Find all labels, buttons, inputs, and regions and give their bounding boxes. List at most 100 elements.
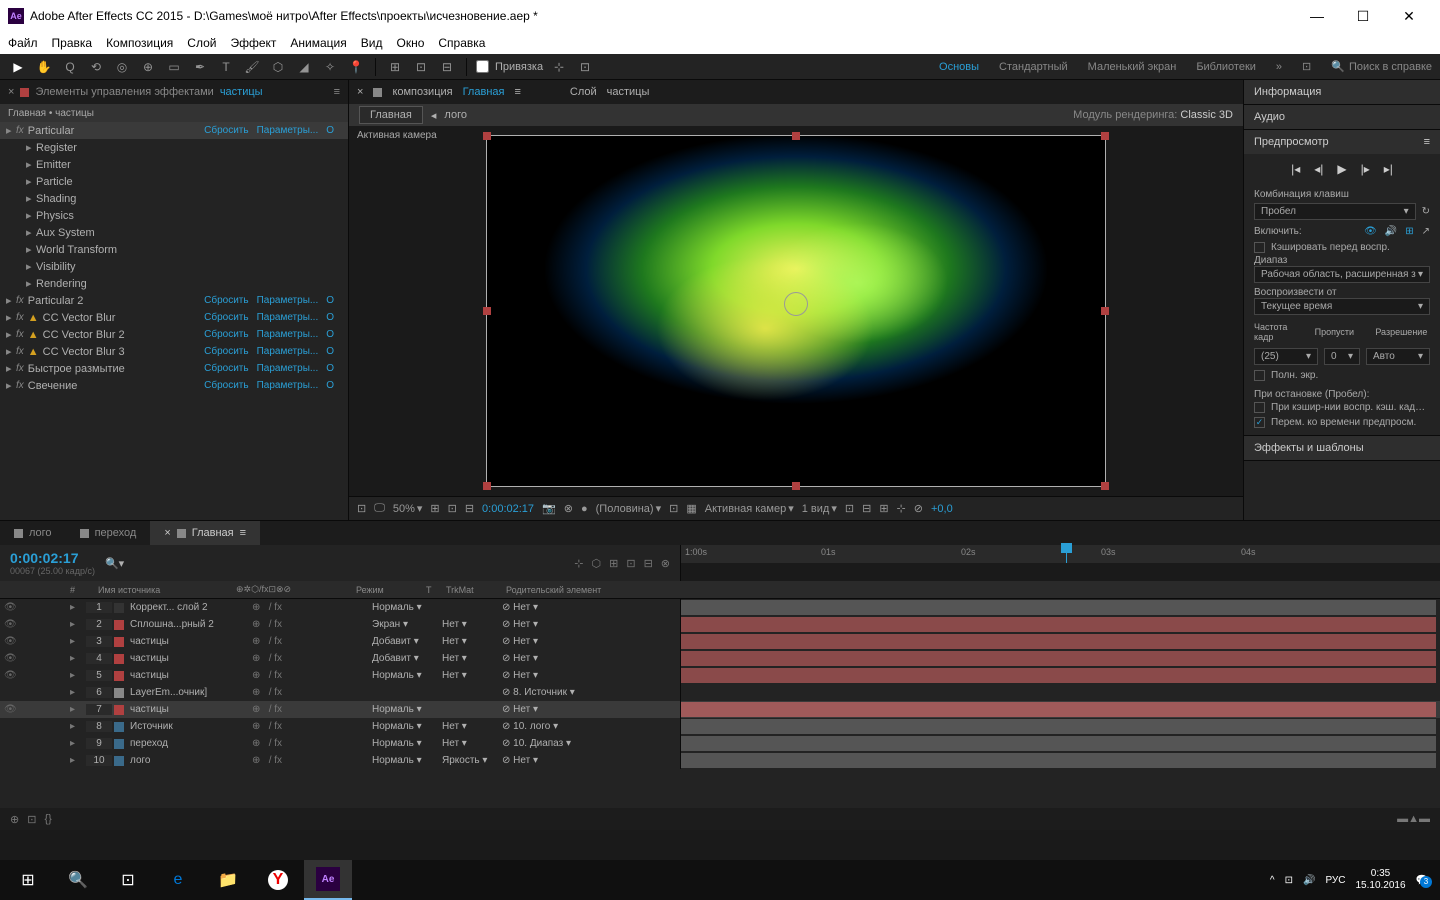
first-frame-icon[interactable]: |◂ xyxy=(1291,162,1300,176)
layer-row[interactable]: 👁 ▸ 1 Коррект... слой 2 ⊕ / fx Нормаль ▾… xyxy=(0,599,1440,616)
menu-layer[interactable]: Слой xyxy=(187,36,216,50)
close-icon[interactable]: × xyxy=(357,86,363,98)
snap-option2-icon[interactable]: ⊡ xyxy=(575,57,595,77)
workspace-more-icon[interactable]: » xyxy=(1276,61,1282,73)
brush-tool-icon[interactable]: 🖌 xyxy=(242,57,262,77)
stop-cache-checkbox[interactable]: При кэшир-нии воспр. кэш. кад… xyxy=(1254,400,1430,415)
prev-frame-icon[interactable]: ◂| xyxy=(1314,162,1323,176)
selection-tool-icon[interactable]: ▶ xyxy=(8,57,28,77)
preview-frame[interactable] xyxy=(486,135,1106,487)
preview-panel-header[interactable]: Предпросмотр≡ xyxy=(1244,130,1440,154)
effect-row[interactable]: ▸fx▲CC Vector Blur 2СброситьПараметры...… xyxy=(0,326,348,343)
shy-icon[interactable]: ⬡ xyxy=(592,557,602,570)
layer-row[interactable]: 👁 ▸ 7 частицы ⊕ / fx Нормаль ▾ ⊘ Нет ▾ xyxy=(0,701,1440,718)
workspace-menu-icon[interactable]: ⊡ xyxy=(1302,60,1311,73)
play-icon[interactable]: ▶ xyxy=(1337,162,1346,176)
roi-icon[interactable]: ⊡ xyxy=(669,502,678,515)
renderer-value[interactable]: Classic 3D xyxy=(1180,109,1233,121)
effect-row[interactable]: ▸fxParticularСброситьПараметры...О xyxy=(0,122,348,139)
next-frame-icon[interactable]: |▸ xyxy=(1361,162,1370,176)
reset-icon[interactable]: ↻ xyxy=(1422,206,1430,217)
timeline-ruler-area[interactable]: 1:00s 01s 02s 03s 04s xyxy=(680,545,1440,581)
workspace-standard[interactable]: Стандартный xyxy=(999,61,1068,73)
rotate-tool-icon[interactable]: ⟲ xyxy=(86,57,106,77)
skip-select[interactable]: 0▾ xyxy=(1324,348,1360,365)
local-axis-icon[interactable]: ⊞ xyxy=(385,57,405,77)
tray-chevron-icon[interactable]: ^ xyxy=(1270,875,1275,886)
grid-icon[interactable]: ⊡ xyxy=(448,502,457,515)
current-timecode[interactable]: 0:00:02:17 xyxy=(10,550,95,566)
camera-tool-icon[interactable]: ◎ xyxy=(112,57,132,77)
resize-handle[interactable] xyxy=(792,482,800,490)
playhead[interactable] xyxy=(1066,545,1067,563)
layer-row[interactable]: ▸ 8 Источник ⊕ / fx Нормаль ▾ Нет ▾ ⊘ 10… xyxy=(0,718,1440,735)
timeline-icon[interactable]: ⊞ xyxy=(879,502,888,515)
effect-param-row[interactable]: ▸Emitter xyxy=(0,156,348,173)
mask-icon[interactable]: ⊟ xyxy=(465,502,474,515)
frame-blend-icon[interactable]: ⊞ xyxy=(609,557,618,570)
layer-row[interactable]: 👁 ▸ 3 частицы ⊕ / fx Добавит ▾ Нет ▾ ⊘ Н… xyxy=(0,633,1440,650)
workspace-libraries[interactable]: Библиотеки xyxy=(1196,61,1256,73)
play-from-select[interactable]: Текущее время▾ xyxy=(1254,298,1430,315)
transparency-icon[interactable]: ▦ xyxy=(686,502,696,515)
effect-param-row[interactable]: ▸Register xyxy=(0,139,348,156)
stop-move-checkbox[interactable]: ✓Перем. ко времени предпросм. xyxy=(1254,415,1430,430)
layer-row[interactable]: 👁 ▸ 4 частицы ⊕ / fx Добавит ▾ Нет ▾ ⊘ Н… xyxy=(0,650,1440,667)
menu-edit[interactable]: Правка xyxy=(52,36,93,50)
clock[interactable]: 0:35 15.10.2016 xyxy=(1355,868,1405,892)
composition-viewer[interactable]: Активная камера xyxy=(349,126,1243,496)
reset-exposure-icon[interactable]: ⊘ xyxy=(914,502,923,515)
snap-checkbox[interactable] xyxy=(476,60,489,73)
cache-checkbox[interactable]: Кэшировать перед воспр. xyxy=(1254,240,1430,255)
world-axis-icon[interactable]: ⊡ xyxy=(411,57,431,77)
time-ruler[interactable]: 1:00s 01s 02s 03s 04s xyxy=(681,545,1440,563)
anchor-tool-icon[interactable]: ⊕ xyxy=(138,57,158,77)
close-button[interactable]: ✕ xyxy=(1386,0,1432,32)
volume-icon[interactable]: 🔊 xyxy=(1303,875,1315,886)
search-button[interactable]: 🔍 xyxy=(54,860,102,900)
start-button[interactable]: ⊞ xyxy=(4,860,52,900)
res-full-icon[interactable]: ⊞ xyxy=(430,502,439,515)
video-icon[interactable]: 👁 xyxy=(1364,226,1377,237)
timeline-tab-logo[interactable]: лого xyxy=(0,521,66,545)
zoom-tool-icon[interactable]: Q xyxy=(60,57,80,77)
crumb-main[interactable]: Главная xyxy=(359,106,423,124)
effects-presets-header[interactable]: Эффекты и шаблоны xyxy=(1244,436,1440,460)
toggle-switches-icon[interactable]: ⊕ xyxy=(10,813,19,826)
yandex-icon[interactable]: Y xyxy=(254,860,302,900)
text-tool-icon[interactable]: T xyxy=(216,57,236,77)
exposure-value[interactable]: +0,0 xyxy=(931,503,953,515)
layer-row[interactable]: 👁 ▸ 2 Сплошна...рный 2 ⊕ / fx Экран ▾ Не… xyxy=(0,616,1440,633)
range-select[interactable]: Рабочая область, расширенная з▾ xyxy=(1254,266,1430,283)
after-effects-icon[interactable]: Ae xyxy=(304,860,352,900)
camera-select[interactable]: Активная камер▾ xyxy=(705,502,794,515)
effect-row[interactable]: ▸fxСвечениеСброситьПараметры...О xyxy=(0,377,348,394)
menu-window[interactable]: Окно xyxy=(396,36,424,50)
effect-row[interactable]: ▸fx▲CC Vector BlurСброситьПараметры...О xyxy=(0,309,348,326)
resize-handle[interactable] xyxy=(1101,132,1109,140)
layer-row[interactable]: ▸ 10 лого ⊕ / fx Нормаль ▾ Яркость ▾ ⊘ Н… xyxy=(0,752,1440,769)
maximize-button[interactable]: ☐ xyxy=(1340,0,1386,32)
effect-row[interactable]: ▸fxБыстрое размытиеСброситьПараметры...О xyxy=(0,360,348,377)
anchor-point-icon[interactable] xyxy=(784,292,808,316)
timeline-tab-transition[interactable]: переход xyxy=(66,521,151,545)
resize-handle[interactable] xyxy=(483,482,491,490)
fps-select[interactable]: (25)▾ xyxy=(1254,348,1318,365)
timecode-display[interactable]: 0:00:02:17 xyxy=(482,503,534,515)
crumb-sub[interactable]: лого xyxy=(444,109,467,121)
resolution-select[interactable]: (Половина) ▾ xyxy=(596,502,661,515)
viewer-icon[interactable]: ⊡ xyxy=(357,502,366,515)
fullscreen-checkbox[interactable]: Полн. экр. xyxy=(1254,368,1430,383)
comp-mini-icon[interactable]: ⊹ xyxy=(574,557,583,570)
menu-view[interactable]: Вид xyxy=(361,36,383,50)
panel-menu-icon[interactable]: ≡ xyxy=(334,86,340,98)
overlay-icon[interactable]: ⊞ xyxy=(1405,226,1413,237)
layer-row[interactable]: 👁 ▸ 5 частицы ⊕ / fx Нормаль ▾ Нет ▾ ⊘ Н… xyxy=(0,667,1440,684)
effect-row[interactable]: ▸fxParticular 2СброситьПараметры...О xyxy=(0,292,348,309)
audio-icon[interactable]: 🔊 xyxy=(1385,226,1397,237)
res-select[interactable]: Авто▾ xyxy=(1366,348,1430,365)
puppet-tool-icon[interactable]: 📍 xyxy=(346,57,366,77)
language-indicator[interactable]: РУС xyxy=(1325,875,1345,886)
explorer-icon[interactable]: 📁 xyxy=(204,860,252,900)
effect-param-row[interactable]: ▸Aux System xyxy=(0,224,348,241)
